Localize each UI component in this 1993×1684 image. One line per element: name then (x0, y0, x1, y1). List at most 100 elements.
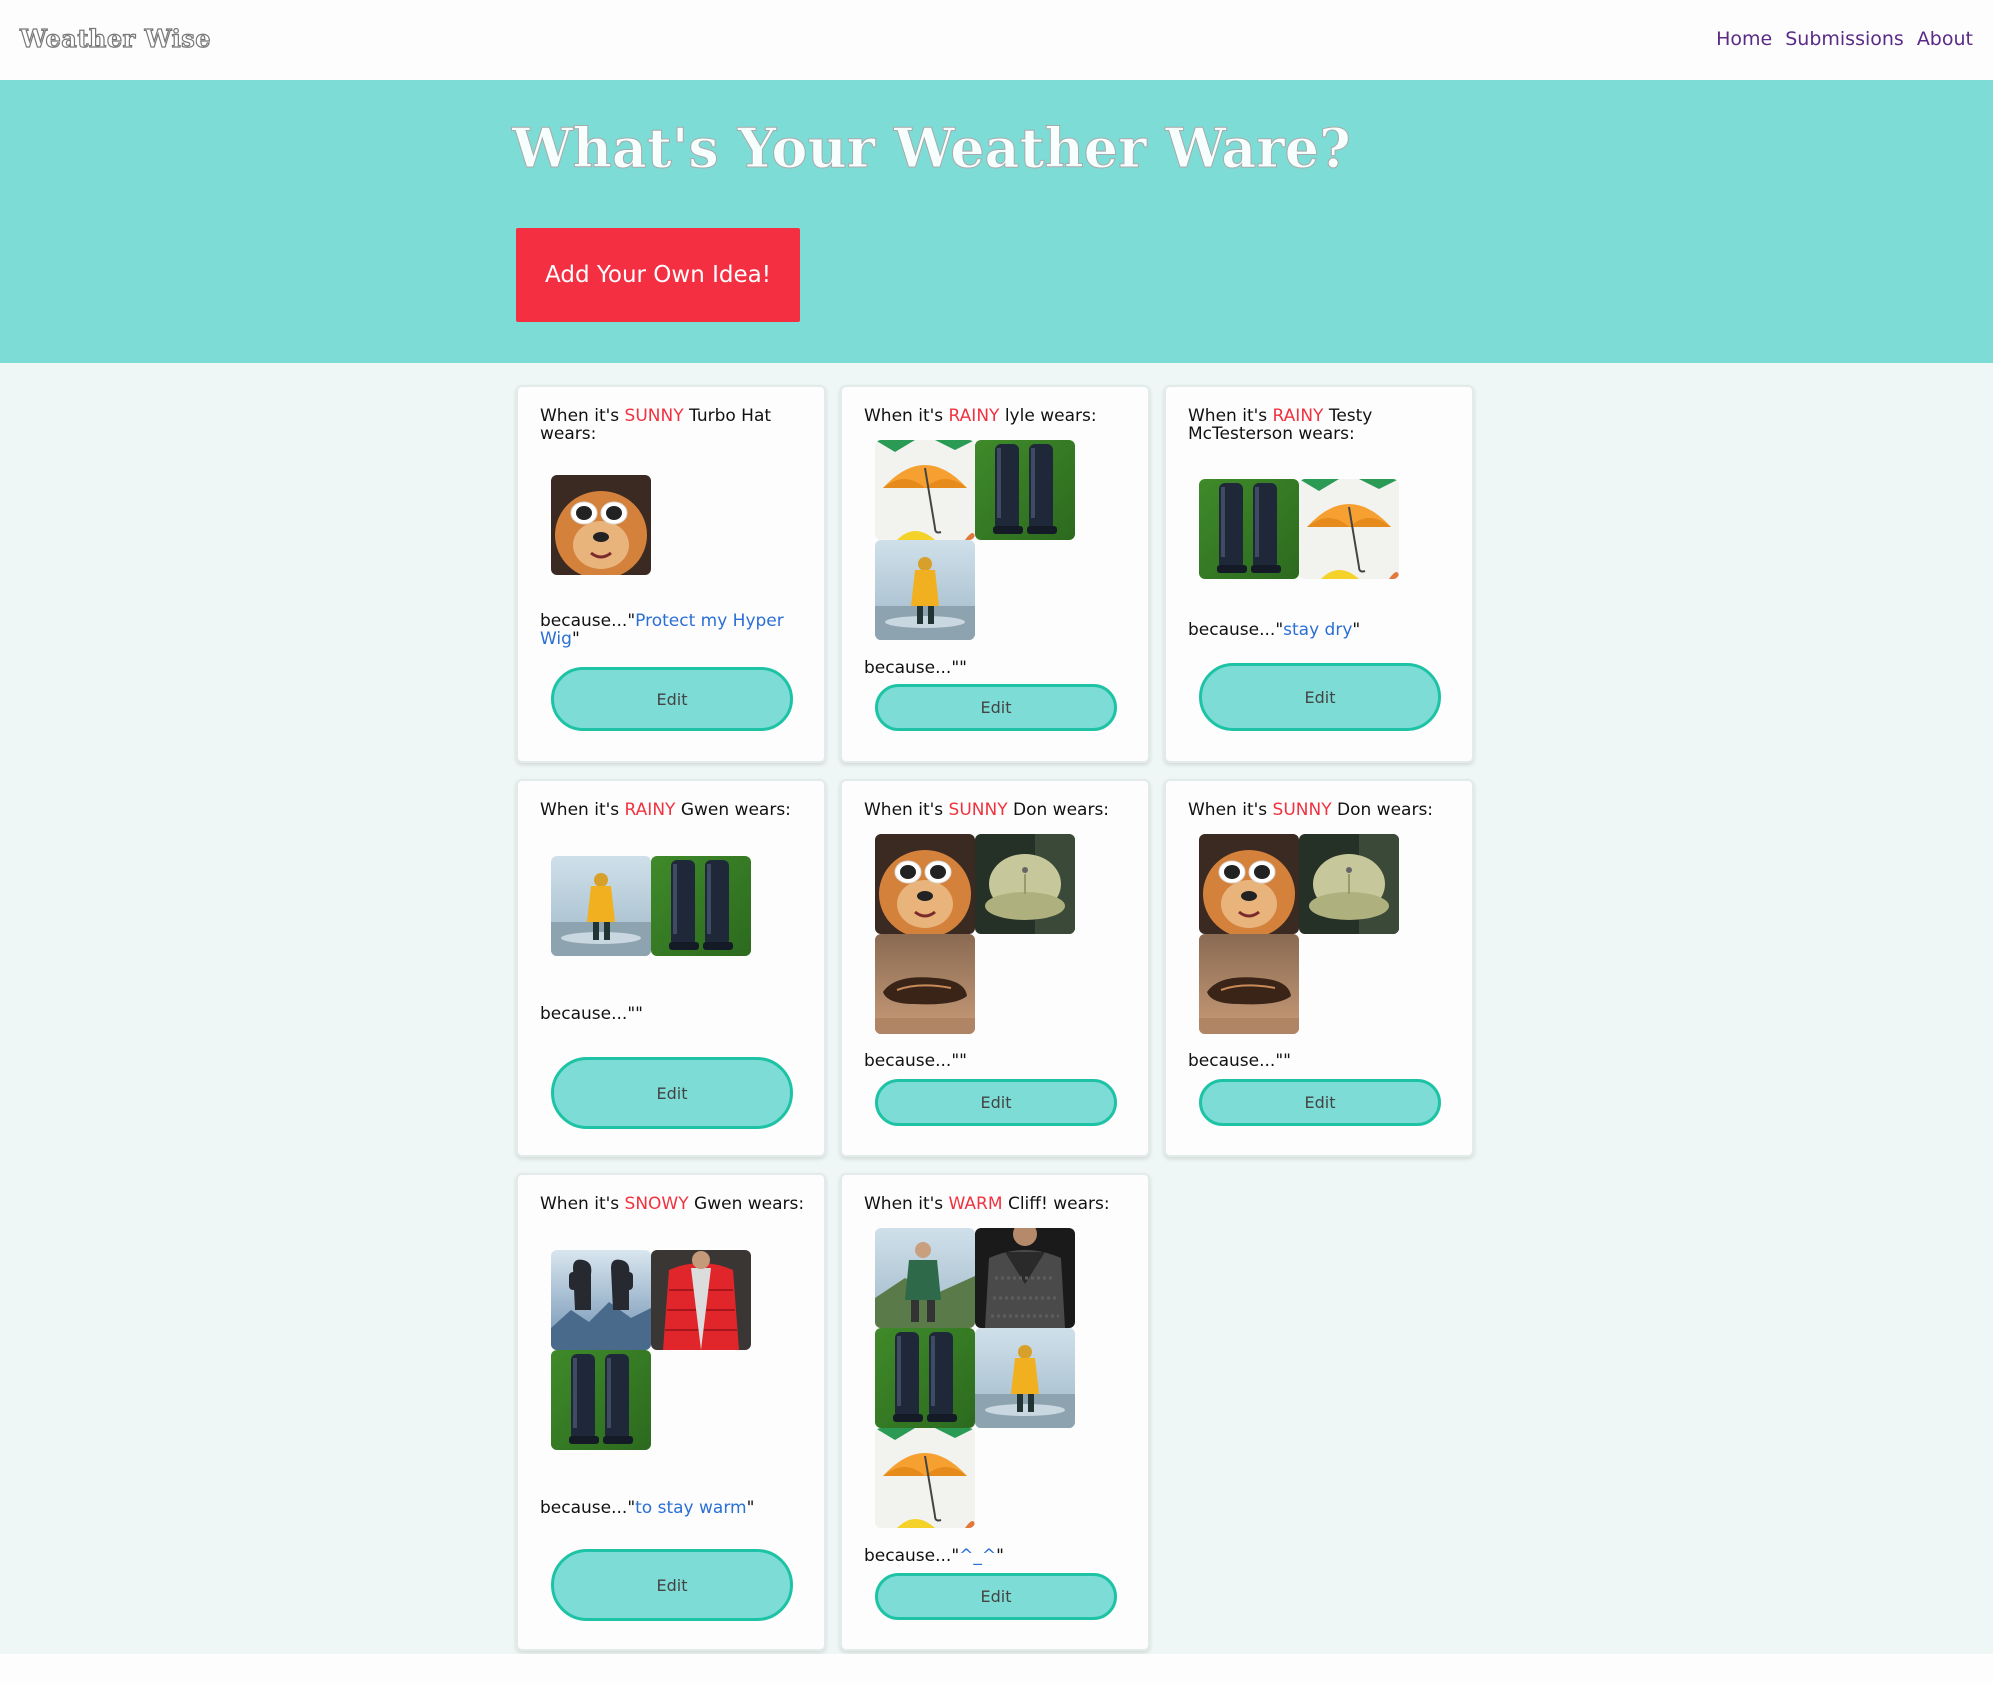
reason-text: because..."" (540, 1005, 800, 1023)
page-footer-strip (0, 1654, 1993, 1684)
edit-button[interactable]: Edit (875, 1573, 1117, 1620)
reason-value: to stay warm (635, 1498, 747, 1518)
because-close-quote: " (959, 1051, 967, 1071)
edit-button[interactable]: Edit (875, 1079, 1117, 1126)
because-label: because..." (540, 1498, 636, 1518)
reason-text: because..."" (864, 1052, 1124, 1070)
because-close-quote: " (635, 1004, 643, 1024)
rain-boots-image (651, 856, 751, 956)
because-label: because..." (1188, 1051, 1284, 1071)
baseball-cap-image (1299, 834, 1399, 934)
reason-text: because..."to stay warm" (540, 1499, 800, 1517)
submission-card: When it's RAINY lyle wears: because..."" E… (840, 385, 1150, 763)
because-close-quote: " (571, 629, 580, 649)
yellow-raincoat-image (551, 856, 651, 956)
rain-boots-image (875, 1328, 975, 1428)
nav-link-home[interactable]: Home (1716, 28, 1772, 50)
submission-card: When it's SNOWY Gwen wears: because..."to… (516, 1173, 826, 1651)
card-heading: When it's SUNNY Don wears: (1188, 801, 1458, 819)
edit-button[interactable]: Edit (551, 1549, 793, 1621)
submitter-name: Cliff! (1002, 1194, 1048, 1214)
reason-value: stay dry (1283, 620, 1353, 640)
card-heading: When it's RAINY Testy McTesterson wears: (1188, 407, 1458, 443)
submission-card: When it's RAINY Gwen wears: because..."" E… (516, 779, 826, 1157)
heading-prefix: When it's (864, 1194, 949, 1214)
because-label: because..." (864, 1051, 960, 1071)
heading-suffix: wears: (1047, 1194, 1110, 1214)
because-label: because..." (864, 658, 960, 678)
heading-suffix: wears: (1371, 800, 1434, 820)
clothing-items (875, 440, 1079, 640)
umbrella-image (1299, 479, 1399, 579)
weather-condition: SUNNY (948, 800, 1008, 820)
reason-text: because..."^_^" (864, 1547, 1124, 1565)
reason-text: because..."" (1188, 1052, 1448, 1070)
nav-link-about[interactable]: About (1917, 28, 1973, 50)
edit-button[interactable]: Edit (551, 667, 793, 731)
clothing-items (551, 856, 755, 956)
heading-prefix: When it's (540, 406, 625, 426)
card-heading: When it's SNOWY Gwen wears: (540, 1195, 810, 1213)
weather-condition: RAINY (948, 406, 1000, 426)
hiking-jacket-image (875, 1228, 975, 1328)
top-navbar: Weather Wise Home Submissions About (0, 0, 1993, 80)
weather-condition: SUNNY (624, 406, 684, 426)
heading-suffix: wears: (1292, 424, 1355, 444)
submitter-name: lyle (999, 406, 1035, 426)
heading-prefix: When it's (864, 406, 949, 426)
yellow-raincoat-image (975, 1328, 1075, 1428)
because-label: because..." (540, 611, 636, 631)
submission-card: When it's WARM Cliff! wears: because..."^… (840, 1173, 1150, 1651)
heading-suffix: wears: (742, 1194, 805, 1214)
mittens-image (551, 1250, 651, 1350)
card-heading: When it's SUNNY Turbo Hat wears: (540, 407, 810, 443)
baseball-cap-image (975, 834, 1075, 934)
submitter-name: Turbo Hat (683, 406, 772, 426)
page-title: What's Your Weather Ware? (512, 116, 1352, 181)
umbrella-image (875, 440, 975, 540)
submitter-name: Gwen (675, 800, 730, 820)
because-label: because..." (864, 1546, 960, 1566)
weather-condition: RAINY (624, 800, 676, 820)
submission-card: When it's SUNNY Don wears: because..."" Ed… (1164, 779, 1474, 1157)
clothing-items (875, 834, 1079, 1034)
heading-prefix: When it's (1188, 800, 1273, 820)
weather-condition: WARM (948, 1194, 1003, 1214)
weather-condition: SNOWY (624, 1194, 689, 1214)
reason-text: because..."Protect my Hyper Wig" (540, 612, 800, 648)
submission-card: When it's SUNNY Turbo Hat wears: because.… (516, 385, 826, 763)
edit-button[interactable]: Edit (875, 684, 1117, 731)
hero-banner: What's Your Weather Ware? Add Your Own I… (0, 80, 1993, 363)
because-close-quote: " (1283, 1051, 1291, 1071)
brand-logo[interactable]: Weather Wise (19, 23, 211, 53)
heading-suffix: wears: (1034, 406, 1097, 426)
loafers-image (1199, 934, 1299, 1034)
loafers-image (875, 934, 975, 1034)
add-idea-button[interactable]: Add Your Own Idea! (516, 228, 800, 322)
submission-card: When it's RAINY Testy McTesterson wears:… (1164, 385, 1474, 763)
submitter-name: Don (1331, 800, 1372, 820)
because-close-quote: " (1352, 620, 1361, 640)
card-heading: When it's RAINY lyle wears: (864, 407, 1134, 425)
because-close-quote: " (959, 658, 967, 678)
because-label: because..." (1188, 620, 1284, 640)
reason-text: because..."" (864, 659, 1124, 677)
clothing-items (1199, 834, 1403, 1034)
edit-button[interactable]: Edit (551, 1057, 793, 1129)
reason-text: because..."stay dry" (1188, 621, 1448, 639)
red-puffer-jacket-image (651, 1250, 751, 1350)
umbrella-image (875, 1428, 975, 1528)
reason-value: ^_^ (959, 1546, 997, 1566)
nav-link-submissions[interactable]: Submissions (1785, 28, 1904, 50)
heading-suffix: wears: (540, 424, 597, 444)
submission-card: When it's SUNNY Don wears: because..."" Ed… (840, 779, 1150, 1157)
dog-sunglasses-image (875, 834, 975, 934)
heading-prefix: When it's (540, 800, 625, 820)
heading-suffix: wears: (729, 800, 791, 820)
rain-boots-image (551, 1350, 651, 1450)
weather-condition: RAINY (1272, 406, 1324, 426)
edit-button[interactable]: Edit (1199, 663, 1441, 731)
weather-condition: SUNNY (1272, 800, 1332, 820)
edit-button[interactable]: Edit (1199, 1079, 1441, 1126)
heading-prefix: When it's (864, 800, 949, 820)
